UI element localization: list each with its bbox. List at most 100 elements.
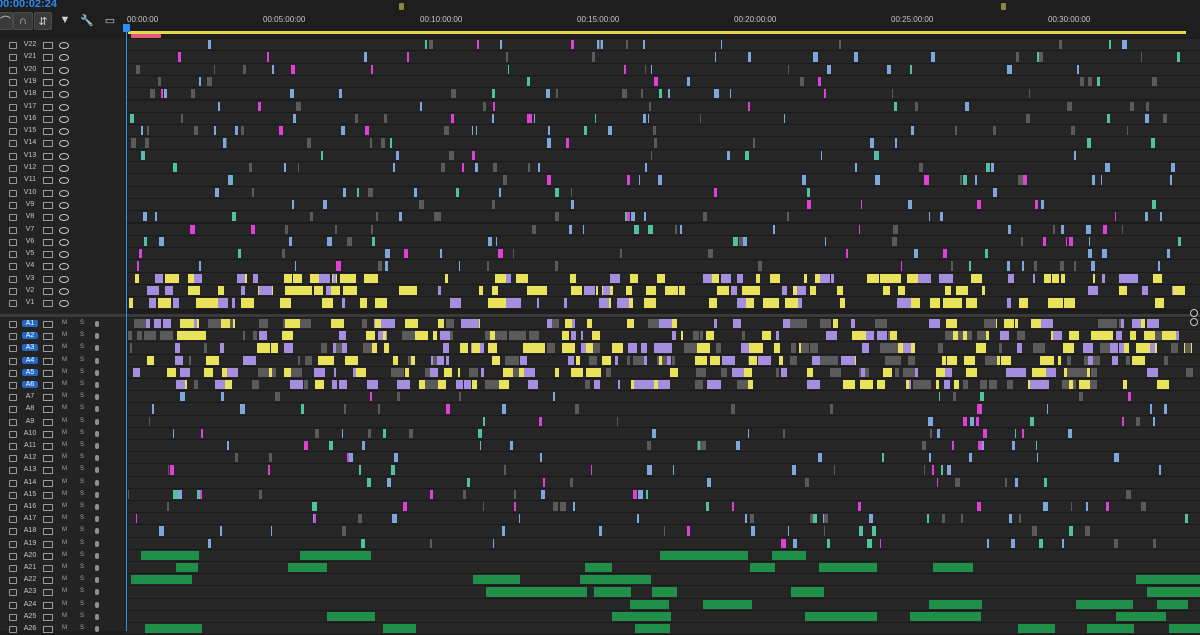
clip[interactable] (870, 138, 874, 148)
clip[interactable] (130, 113, 134, 124)
clip[interactable] (797, 286, 806, 296)
audio-track-lane[interactable] (125, 562, 1200, 575)
clip[interactable] (158, 76, 161, 87)
clip[interactable] (345, 273, 356, 283)
clip[interactable] (1068, 428, 1072, 438)
clip[interactable] (818, 453, 822, 463)
lock-icon[interactable] (9, 345, 17, 353)
clip[interactable] (875, 319, 887, 329)
clip[interactable] (770, 273, 780, 283)
audio-track-lane[interactable] (125, 464, 1200, 477)
clip[interactable] (1018, 624, 1055, 634)
clip[interactable] (519, 514, 520, 524)
clip[interactable] (807, 380, 820, 390)
clip[interactable] (914, 249, 918, 259)
clip[interactable] (194, 319, 197, 329)
clip[interactable] (1033, 343, 1045, 353)
timeline-settings-icon[interactable]: 🔧 (80, 12, 94, 28)
clip[interactable] (243, 64, 246, 74)
clip[interactable] (312, 502, 317, 512)
solo-button[interactable]: S (80, 601, 84, 607)
clip[interactable] (703, 273, 712, 283)
clip[interactable] (696, 367, 706, 377)
clip[interactable] (875, 175, 880, 185)
clip[interactable] (492, 355, 500, 365)
clip[interactable] (963, 175, 967, 185)
clip[interactable] (342, 526, 346, 536)
sync-lock-icon[interactable] (43, 321, 53, 328)
work-area-bar[interactable] (128, 31, 1186, 34)
clip[interactable] (235, 453, 238, 463)
clip[interactable] (145, 624, 202, 634)
eye-icon[interactable] (59, 152, 69, 160)
clip[interactable] (937, 477, 938, 487)
clip[interactable] (548, 126, 550, 136)
clip[interactable] (1155, 298, 1162, 308)
mute-button[interactable]: M (62, 491, 67, 497)
clip[interactable] (128, 331, 132, 341)
clip[interactable] (408, 355, 411, 365)
clip[interactable] (175, 355, 183, 365)
lock-icon[interactable] (9, 504, 17, 511)
clip[interactable] (1130, 101, 1134, 111)
clip[interactable] (336, 261, 341, 271)
track-name[interactable]: A5 (22, 368, 38, 376)
clip[interactable] (941, 465, 943, 475)
clip[interactable] (745, 150, 749, 160)
sync-lock-icon[interactable] (43, 165, 53, 172)
clip[interactable] (1150, 343, 1155, 353)
clip[interactable] (534, 113, 535, 124)
clip[interactable] (758, 261, 762, 271)
solo-button[interactable]: S (80, 442, 84, 448)
clip[interactable] (492, 199, 495, 210)
clip[interactable] (523, 343, 532, 353)
clip[interactable] (495, 273, 506, 283)
clip[interactable] (173, 163, 177, 173)
clip[interactable] (258, 101, 261, 111)
track-name[interactable]: A20 (22, 552, 38, 559)
clip[interactable] (394, 453, 398, 463)
clip[interactable] (513, 298, 521, 308)
mute-button[interactable]: M (62, 454, 67, 460)
lock-icon[interactable] (9, 251, 17, 259)
clip[interactable] (631, 380, 634, 390)
clip[interactable] (327, 236, 332, 247)
track-name[interactable]: A11 (22, 442, 38, 449)
clip[interactable] (252, 187, 254, 197)
clip[interactable] (625, 212, 627, 222)
clip[interactable] (220, 343, 224, 353)
clip[interactable] (659, 355, 662, 365)
clip[interactable] (440, 331, 450, 341)
clip[interactable] (143, 212, 147, 222)
clip[interactable] (573, 502, 575, 512)
sync-lock-icon[interactable] (43, 540, 53, 548)
lock-icon[interactable] (9, 263, 17, 271)
clip[interactable] (1008, 273, 1014, 283)
clip[interactable] (980, 380, 987, 390)
clip[interactable] (485, 380, 494, 390)
lock-icon[interactable] (9, 479, 17, 487)
clip[interactable] (867, 273, 879, 283)
track-name[interactable]: A9 (22, 418, 38, 425)
clip[interactable] (1062, 538, 1064, 548)
clip[interactable] (993, 187, 997, 197)
clip[interactable] (375, 319, 381, 329)
clip[interactable] (1083, 343, 1093, 353)
voiceover-mic-icon[interactable] (95, 382, 99, 388)
clip[interactable] (469, 367, 478, 377)
clip[interactable] (368, 187, 373, 197)
solo-button[interactable]: S (80, 381, 84, 387)
track-name[interactable]: A15 (22, 491, 38, 498)
clip[interactable] (444, 126, 449, 136)
clip[interactable] (827, 538, 830, 548)
clip[interactable] (493, 101, 495, 111)
clip[interactable] (1053, 224, 1055, 234)
clip[interactable] (220, 526, 222, 536)
clip[interactable] (645, 163, 647, 173)
sync-lock-icon[interactable] (43, 406, 53, 414)
mute-button[interactable]: M (62, 393, 67, 399)
clip[interactable] (218, 286, 224, 296)
track-name[interactable]: A10 (22, 430, 38, 437)
clip[interactable] (292, 199, 294, 210)
voiceover-mic-icon[interactable] (95, 613, 99, 620)
